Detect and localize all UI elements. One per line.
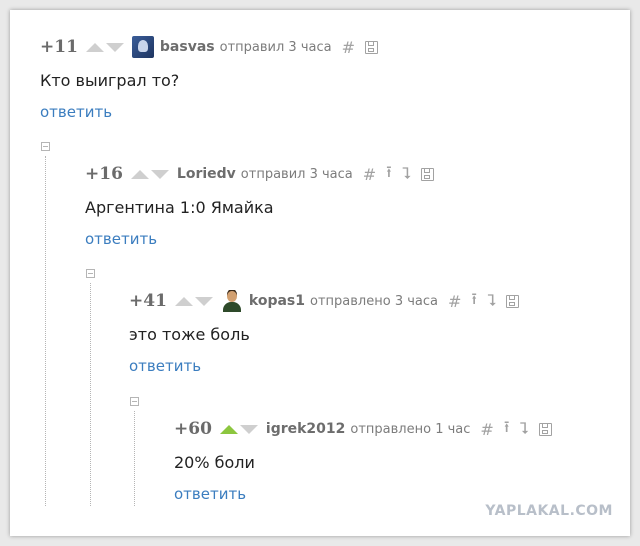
comment-text: это тоже боль <box>129 325 250 344</box>
comment-text: Кто выиграл то? <box>40 71 180 90</box>
thread-icon[interactable]: ⮧ <box>487 291 496 311</box>
reply-link[interactable]: ответить <box>129 357 201 375</box>
reply-link[interactable]: ответить <box>40 103 112 121</box>
comments-frame: +11 basvas отправил 3 часа # Кто выиграл… <box>10 10 630 536</box>
hash-icon[interactable]: # <box>363 165 376 184</box>
post-time: отправлено 3 часа <box>310 293 438 309</box>
watermark: YAPLAKAL.COM <box>485 503 613 519</box>
post-time: отправил 3 часа <box>240 166 353 182</box>
thread-line <box>134 411 135 506</box>
avatar[interactable] <box>220 290 243 312</box>
parent-arrow-icon[interactable]: ⭱ <box>471 288 477 315</box>
vote-buttons <box>174 296 215 306</box>
comment-rating: +16 <box>85 164 123 184</box>
upvote-icon[interactable] <box>219 424 238 434</box>
username-link[interactable]: Loriedv <box>177 166 236 182</box>
thread-icon[interactable]: ⮧ <box>519 419 528 439</box>
save-icon[interactable] <box>506 294 520 308</box>
vote-buttons <box>130 169 171 179</box>
vote-buttons <box>85 42 126 52</box>
collapse-toggle[interactable] <box>41 142 50 151</box>
upvote-icon[interactable] <box>85 42 104 52</box>
collapse-toggle[interactable] <box>86 269 95 278</box>
hash-icon[interactable]: # <box>448 292 461 311</box>
username-link[interactable]: igrek2012 <box>266 421 346 437</box>
reply-link[interactable]: ответить <box>85 230 157 248</box>
comment-rating: +41 <box>129 291 167 311</box>
downvote-icon[interactable] <box>194 296 213 306</box>
save-icon[interactable] <box>421 167 435 181</box>
parent-arrow-icon[interactable]: ⭱ <box>386 161 392 188</box>
parent-arrow-icon[interactable]: ⭱ <box>504 416 510 443</box>
comment-header: +11 basvas отправил 3 часа # <box>40 35 378 59</box>
hash-icon[interactable]: # <box>342 38 355 57</box>
avatar[interactable] <box>131 36 154 58</box>
thread-line <box>90 283 91 506</box>
upvote-icon[interactable] <box>174 296 193 306</box>
hash-icon[interactable]: # <box>480 420 493 439</box>
collapse-toggle[interactable] <box>130 397 139 406</box>
vote-buttons <box>219 424 260 434</box>
username-link[interactable]: basvas <box>160 39 215 55</box>
downvote-icon[interactable] <box>239 424 258 434</box>
username-link[interactable]: kopas1 <box>249 293 305 309</box>
comment-header: +60 igrek2012 отправлено 1 час # ⭱ ⮧ <box>174 417 552 441</box>
save-icon[interactable] <box>365 40 378 54</box>
comment-rating: +60 <box>174 419 212 439</box>
comment-text: 20% боли <box>174 453 255 472</box>
comment-rating: +11 <box>40 37 78 57</box>
thread-icon[interactable]: ⮧ <box>402 164 411 184</box>
downvote-icon[interactable] <box>105 42 124 52</box>
downvote-icon[interactable] <box>150 169 169 179</box>
comment-text: Аргентина 1:0 Ямайка <box>85 198 274 217</box>
comment-header: +41 kopas1 отправлено 3 часа # ⭱ ⮧ <box>129 288 520 315</box>
save-icon[interactable] <box>538 422 552 436</box>
upvote-icon[interactable] <box>130 169 149 179</box>
reply-link[interactable]: ответить <box>174 485 246 503</box>
comment-header: +16 Loriedv отправил 3 часа # ⭱ ⮧ <box>85 161 435 188</box>
post-time: отправлено 1 час <box>350 421 471 437</box>
thread-line <box>45 156 46 506</box>
post-time: отправил 3 часа <box>219 39 332 55</box>
